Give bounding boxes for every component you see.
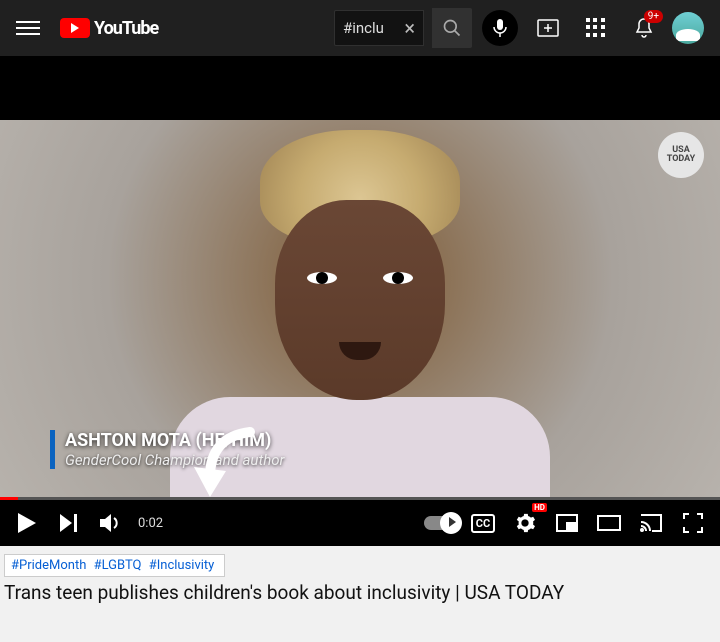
hashtag-link[interactable]: #LGBTQ [94, 558, 142, 573]
youtube-play-icon [60, 18, 90, 38]
create-button[interactable] [528, 8, 568, 48]
miniplayer-button[interactable] [550, 506, 584, 540]
miniplayer-icon [556, 514, 578, 532]
volume-icon [100, 513, 122, 533]
gear-icon [514, 512, 536, 534]
fullscreen-button[interactable] [676, 506, 710, 540]
time-display: 0:02 [138, 516, 163, 531]
apps-grid-icon [586, 18, 606, 38]
play-button[interactable] [10, 506, 44, 540]
video-player[interactable]: USA TODAY ASHTON MOTA (HE/HIM) GenderCoo… [0, 120, 720, 546]
create-video-icon [537, 19, 559, 37]
clear-search-icon[interactable]: × [404, 16, 415, 40]
black-band [0, 56, 720, 120]
cast-icon [640, 514, 662, 532]
next-icon [60, 514, 78, 532]
youtube-wordmark: YouTube [94, 18, 158, 39]
fullscreen-icon [683, 513, 703, 533]
search-value: #inclu [343, 19, 384, 37]
hashtag-link[interactable]: #Inclusivity [149, 558, 215, 573]
apps-button[interactable] [576, 8, 616, 48]
notifications-button[interactable]: 9+ [624, 8, 664, 48]
play-icon [18, 513, 36, 533]
menu-icon[interactable] [16, 16, 40, 40]
progress-played [0, 497, 18, 500]
volume-button[interactable] [94, 506, 128, 540]
voice-search-button[interactable] [480, 8, 520, 48]
masthead: YouTube #inclu × 9+ [0, 0, 720, 56]
theater-button[interactable] [592, 506, 626, 540]
channel-watermark[interactable]: USA TODAY [658, 132, 704, 178]
youtube-logo[interactable]: YouTube [60, 18, 158, 39]
annotation-arrow-icon [180, 417, 270, 497]
cc-icon: CC [471, 514, 495, 533]
hashtag-link[interactable]: #PrideMonth [11, 558, 86, 573]
video-title: Trans teen publishes children's book abo… [4, 581, 716, 604]
search-input[interactable]: #inclu × [334, 10, 424, 46]
toggle-icon [424, 516, 458, 530]
captions-button[interactable]: CC [466, 506, 500, 540]
progress-bar[interactable] [0, 497, 720, 500]
notification-badge: 9+ [644, 10, 663, 23]
hashtag-row: #PrideMonth #LGBTQ #Inclusivity [4, 554, 225, 577]
video-frame[interactable]: USA TODAY ASHTON MOTA (HE/HIM) GenderCoo… [0, 120, 720, 497]
autoplay-toggle[interactable] [424, 506, 458, 540]
player-controls: 0:02 CC HD [0, 500, 720, 546]
theater-icon [597, 515, 621, 531]
next-button[interactable] [52, 506, 86, 540]
search-icon [442, 18, 462, 38]
avatar[interactable] [672, 12, 704, 44]
hd-badge: HD [532, 503, 547, 512]
cast-button[interactable] [634, 506, 668, 540]
settings-button[interactable]: HD [508, 506, 542, 540]
video-info: #PrideMonth #LGBTQ #Inclusivity Trans te… [0, 546, 720, 642]
search-button[interactable] [432, 8, 472, 48]
microphone-icon [493, 19, 507, 37]
